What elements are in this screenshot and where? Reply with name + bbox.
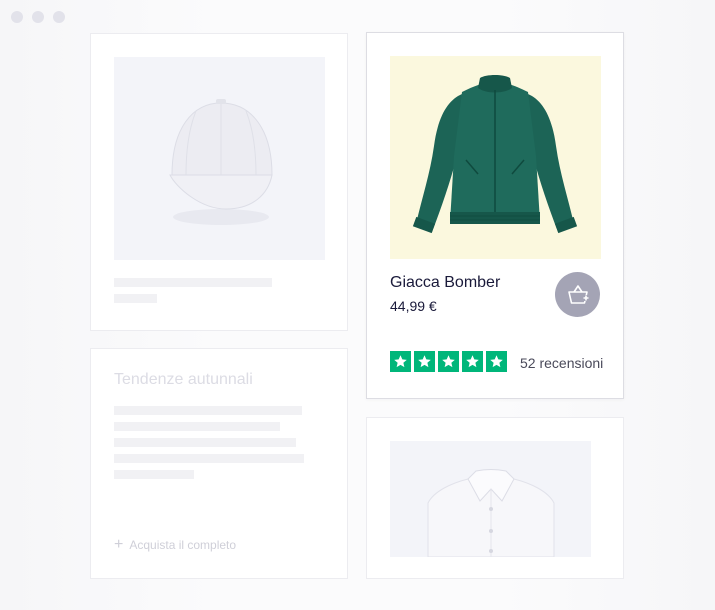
window-maximize-dot[interactable]: [53, 11, 65, 23]
review-count[interactable]: 52 recensioni: [520, 355, 603, 371]
star-icon: [462, 351, 483, 372]
star-icon: [414, 351, 435, 372]
skeleton-line: [114, 454, 304, 463]
product-name[interactable]: Giacca Bomber: [390, 274, 500, 292]
shop-the-look-label: Acquista il completo: [129, 538, 237, 552]
product-card-cap[interactable]: [90, 33, 348, 331]
rating-stars: [390, 351, 507, 372]
bomber-jacket-image: [390, 56, 601, 259]
jacket-icon: [412, 75, 578, 234]
product-price: 44,99 €: [390, 298, 437, 314]
skeleton-line: [114, 422, 280, 431]
window-close-dot[interactable]: [11, 11, 23, 23]
skeleton-line: [114, 278, 272, 287]
star-icon: [390, 351, 411, 372]
browser-window: Tendenze autunnali + Acquista il complet…: [0, 0, 715, 610]
cap-image: [114, 57, 325, 260]
star-icon: [486, 351, 507, 372]
window-minimize-dot[interactable]: [32, 11, 44, 23]
cap-icon: [169, 99, 273, 225]
skeleton-line: [114, 438, 296, 447]
skeleton-line: [114, 406, 302, 415]
star-icon: [438, 351, 459, 372]
shop-the-look-link[interactable]: + Acquista il completo: [114, 536, 237, 553]
polo-shirt-image: [390, 441, 591, 557]
window-controls: [11, 11, 65, 23]
product-card-polo[interactable]: [366, 417, 624, 579]
trends-title: Tendenze autunnali: [114, 371, 253, 388]
skeleton-line: [114, 294, 157, 303]
product-card-bomber[interactable]: Giacca Bomber 44,99 € 52 recensioni: [366, 32, 624, 399]
skeleton-line: [114, 470, 194, 479]
add-to-cart-button[interactable]: [555, 272, 600, 317]
polo-icon: [427, 469, 555, 557]
plus-icon: +: [114, 536, 124, 553]
basket-add-icon: [567, 284, 589, 304]
trends-card: Tendenze autunnali + Acquista il complet…: [90, 348, 348, 579]
